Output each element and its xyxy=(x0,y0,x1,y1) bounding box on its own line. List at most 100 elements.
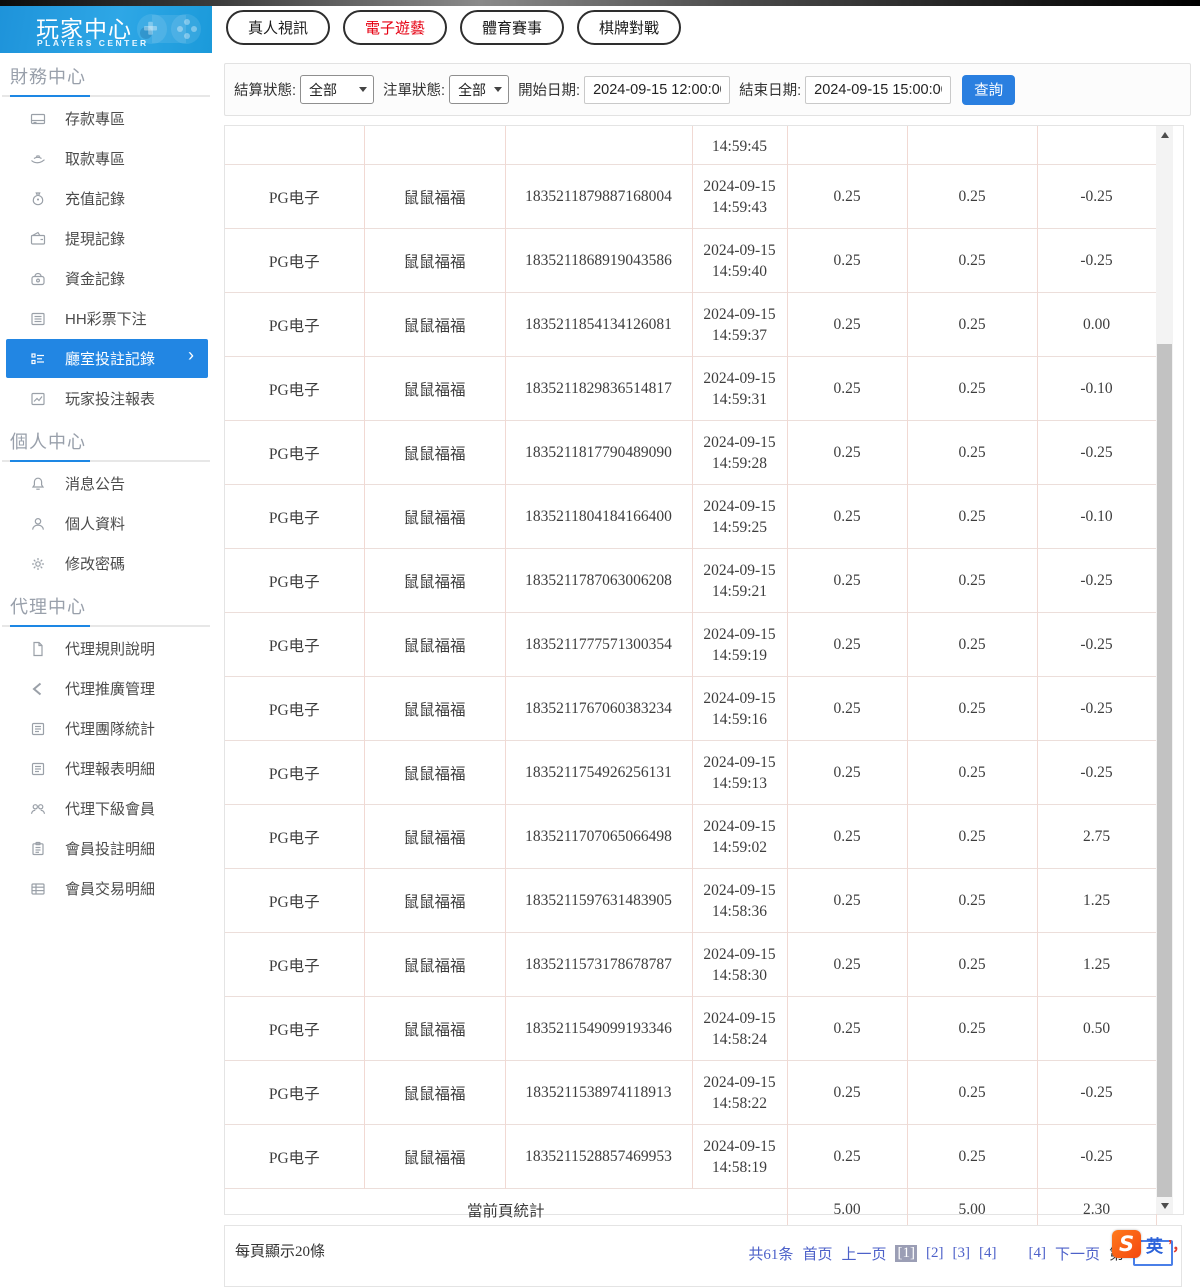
order-status-label: 注單狀態: xyxy=(383,83,446,99)
cell-provider: PG电子 xyxy=(225,228,365,293)
cell-bet-amount: 0.25 xyxy=(787,676,908,741)
sidebar-item-player-bet-report[interactable]: 玩家投注報表 xyxy=(6,379,208,418)
cell-time: 2024-09-15 14:59:40 xyxy=(692,228,788,293)
cell-valid-bet: 0.25 xyxy=(907,1124,1038,1189)
cell-game: 鼠鼠福福 xyxy=(364,676,506,741)
prev-page-link[interactable]: 上一页 xyxy=(841,1243,886,1264)
cell-win-loss: 1.25 xyxy=(1037,932,1157,997)
sidebar-item-profile[interactable]: 個人資料 xyxy=(6,504,208,543)
page-3-link[interactable]: [3] xyxy=(952,1245,970,1262)
cell-time: 2024-09-15 14:58:22 xyxy=(692,1060,788,1125)
sidebar-item-member-bet-detail[interactable]: 會員投註明細 xyxy=(6,829,208,868)
cell-bet-amount: 0.25 xyxy=(787,868,908,933)
page-2-link[interactable]: [2] xyxy=(926,1245,944,1262)
cell-order-id: 1835211829836514817 xyxy=(505,356,693,421)
cell-time: 2024-09-15 14:59:43 xyxy=(692,164,788,229)
sidebar-item-agent-sub-members[interactable]: 代理下級會員 xyxy=(6,789,208,828)
start-date-input[interactable] xyxy=(584,75,731,104)
wallet-icon xyxy=(30,231,46,247)
table-row: PG电子 鼠鼠福福 1835211549099193346 2024-09-15… xyxy=(225,996,1157,1061)
settle-status-select[interactable]: 全部 xyxy=(300,75,375,104)
tab-electronic-games[interactable]: 電子遊藝 xyxy=(343,10,448,45)
cell-game: 鼠鼠福福 xyxy=(364,932,506,997)
partial-table-row: 14:59:45 xyxy=(225,126,1157,165)
tab-live-video[interactable]: 真人視訊 xyxy=(226,10,331,45)
scroll-up-arrow[interactable] xyxy=(1156,126,1173,143)
cell-provider: PG电子 xyxy=(225,996,365,1061)
sidebar-nav: 財務中心 存款專區 取款專區 充值記錄 提現記錄 資金記錄 HH彩票下注 廳室投… xyxy=(0,63,212,908)
cell-bet-amount: 0.25 xyxy=(787,420,908,485)
sidebar-item-withdraw[interactable]: 取款專區 xyxy=(6,139,208,178)
ime-punctuation-label[interactable]: ’， xyxy=(1168,1234,1187,1255)
cell-bet-amount: 0.25 xyxy=(787,228,908,293)
last-page-link[interactable]: [4] xyxy=(1028,1245,1046,1262)
sidebar-item-agent-report-detail[interactable]: 代理報表明細 xyxy=(6,749,208,788)
next-page-link[interactable]: 下一页 xyxy=(1055,1243,1100,1264)
sidebar-item-funds-record[interactable]: 資金記錄 xyxy=(6,259,208,298)
sidebar-item-member-transaction-detail[interactable]: 會員交易明細 xyxy=(6,869,208,908)
people-icon xyxy=(30,801,46,817)
cell-bet-amount: 0.25 xyxy=(787,164,908,229)
cell-win-loss: -0.25 xyxy=(1037,612,1157,677)
sidebar-item-agent-promotion[interactable]: 代理推廣管理 xyxy=(6,669,208,708)
sidebar-item-announcements[interactable]: 消息公告 xyxy=(6,464,208,503)
page-4-link[interactable]: [4] xyxy=(979,1245,997,1262)
filter-bar: 結算狀態: 全部 注單狀態: 全部 開始日期: 結束日期: 查詢 xyxy=(224,63,1191,116)
cell-valid-bet: 0.25 xyxy=(907,932,1038,997)
chevron-down-icon xyxy=(359,87,368,92)
cell-game: 鼠鼠福福 xyxy=(364,356,506,421)
sidebar-item-change-password[interactable]: 修改密碼 xyxy=(6,544,208,583)
sidebar-item-withdrawal-record[interactable]: 提現記錄 xyxy=(6,219,208,258)
cell-bet-amount: 0.25 xyxy=(787,1060,908,1125)
sidebar-item-deposit[interactable]: 存款專區 xyxy=(6,99,208,138)
table-row: PG电子 鼠鼠福福 1835211597631483905 2024-09-15… xyxy=(225,868,1157,933)
end-date-input[interactable] xyxy=(805,75,952,104)
table-row: PG电子 鼠鼠福福 1835211754926256131 2024-09-15… xyxy=(225,740,1157,805)
first-page-link[interactable]: 首页 xyxy=(802,1243,832,1264)
chevron-right-icon: › xyxy=(188,345,194,365)
sidebar-item-room-bet-records[interactable]: 廳室投註記錄 › xyxy=(6,339,208,378)
cell-order-id: 1835211528857469953 xyxy=(505,1124,693,1189)
sidebar-item-hh-lottery-bets[interactable]: HH彩票下注 xyxy=(6,299,208,338)
tab-sports-events[interactable]: 體育賽事 xyxy=(460,10,565,45)
vertical-scrollbar[interactable] xyxy=(1156,126,1173,1214)
cell-provider: PG电子 xyxy=(225,548,365,613)
cell-provider: PG电子 xyxy=(225,292,365,357)
query-button[interactable]: 查詢 xyxy=(962,74,1016,105)
ime-language-label[interactable]: 英 xyxy=(1146,1232,1163,1257)
sidebar-item-agent-team-stats[interactable]: 代理團隊統計 xyxy=(6,709,208,748)
divider xyxy=(2,625,210,627)
scrollbar-thumb[interactable] xyxy=(1157,344,1172,1197)
sogou-ime-icon[interactable]: S xyxy=(1112,1230,1141,1258)
share-icon xyxy=(30,681,46,697)
cell-valid-bet: 0.25 xyxy=(907,676,1038,741)
cell-valid-bet: 0.25 xyxy=(907,868,1038,933)
user-icon xyxy=(30,516,46,532)
table-row: PG电子 鼠鼠福福 1835211879887168004 2024-09-15… xyxy=(225,164,1157,229)
scroll-down-arrow[interactable] xyxy=(1156,1197,1173,1214)
total-count-label: 共61条 xyxy=(748,1246,794,1263)
sidebar-item-recharge-record[interactable]: 充值記錄 xyxy=(6,179,208,218)
table-row: PG电子 鼠鼠福福 1835211817790489090 2024-09-15… xyxy=(225,420,1157,485)
sidebar-item-agent-rules[interactable]: 代理規則說明 xyxy=(6,629,208,668)
cell-provider: PG电子 xyxy=(225,164,365,229)
cell-valid-bet: 0.25 xyxy=(907,548,1038,613)
cell-valid-bet: 0.25 xyxy=(907,612,1038,677)
cell-provider: PG电子 xyxy=(225,932,365,997)
gamepad-icon xyxy=(137,14,201,44)
sidebar-section-title: 財務中心 xyxy=(10,67,86,87)
table-row: PG电子 鼠鼠福福 1835211854134126081 2024-09-15… xyxy=(225,292,1157,357)
cell-bet-amount: 0.25 xyxy=(787,804,908,869)
cell-bet-amount: 0.25 xyxy=(787,612,908,677)
end-date-label: 結束日期: xyxy=(739,83,802,99)
report-icon xyxy=(30,761,46,777)
per-page-label: 每頁顯示20條 xyxy=(235,1244,326,1260)
divider xyxy=(2,95,210,97)
cell-bet-amount: 0.25 xyxy=(787,292,908,357)
cell-bet-amount: 0.25 xyxy=(787,996,908,1061)
tab-board-card-games[interactable]: 棋牌對戰 xyxy=(577,10,682,45)
cell-order-id: 1835211754926256131 xyxy=(505,740,693,805)
page-1-link[interactable]: [1] xyxy=(895,1244,917,1262)
cell-bet-amount: 0.25 xyxy=(787,548,908,613)
order-status-select[interactable]: 全部 xyxy=(449,75,510,104)
